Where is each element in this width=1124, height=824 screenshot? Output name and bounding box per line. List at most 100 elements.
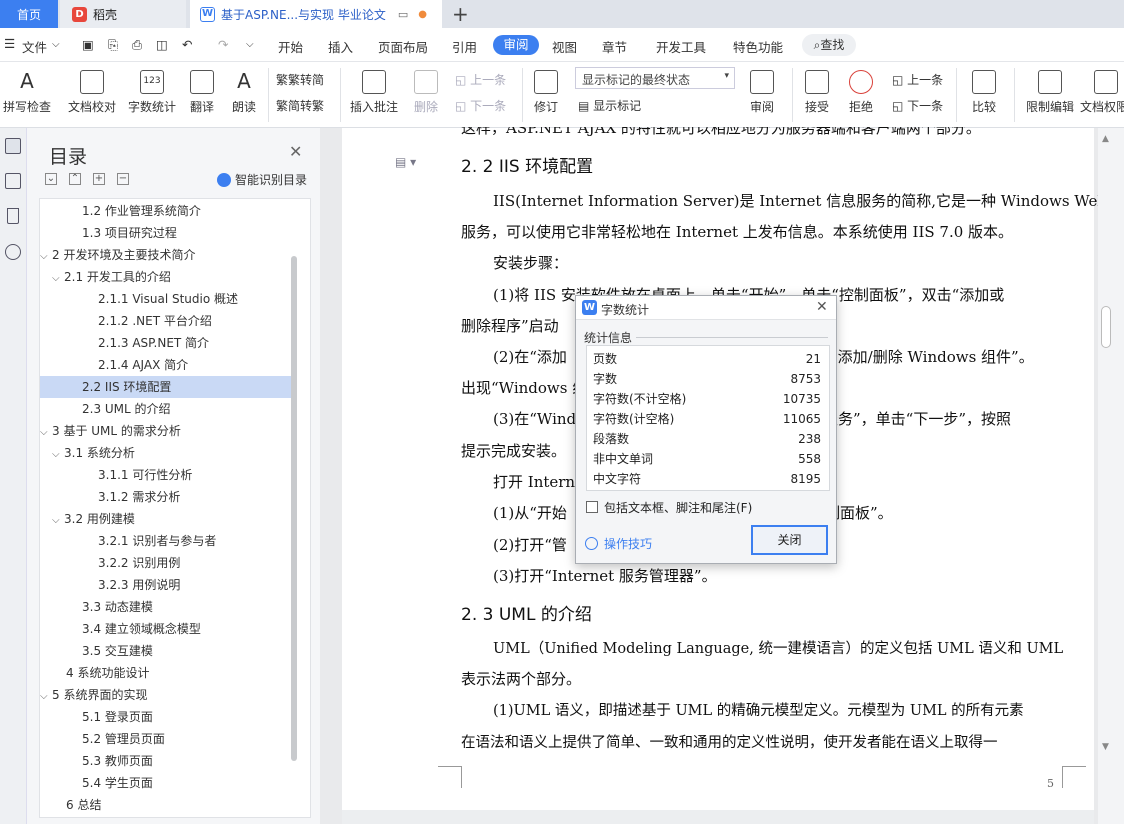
toc-item[interactable]: 2.2 IIS 环境配置 xyxy=(40,376,292,398)
toc-item[interactable]: 5.1 登录页面 xyxy=(40,706,292,728)
proofread-button[interactable]: 文档校对 xyxy=(66,70,118,115)
next-change-button[interactable]: ◱ 下一条 xyxy=(892,97,943,114)
tab-docer[interactable]: D 稻壳 xyxy=(60,0,186,28)
toc-item[interactable]: 2.1.3 ASP.NET 简介 xyxy=(40,332,292,354)
new-tab-button[interactable]: + xyxy=(452,2,469,26)
scroll-down-icon[interactable]: ▼ xyxy=(1102,742,1109,752)
to-traditional-button[interactable]: 繁繁转简 xyxy=(276,71,324,88)
dialog-title-bar[interactable]: W 字数统计 ✕ xyxy=(576,296,836,320)
wordcount-button[interactable]: 123 字数统计 xyxy=(126,70,178,115)
print-icon[interactable]: ⎙ xyxy=(132,37,142,53)
review-pane-button[interactable]: 审阅 xyxy=(742,70,782,115)
tips-play-icon[interactable] xyxy=(585,537,598,550)
toc-item[interactable]: 6 总结 xyxy=(40,794,292,816)
toc-item[interactable]: ⌵ 3.2 用例建模 xyxy=(40,508,292,530)
toc-item[interactable]: 1.3 项目研究过程 xyxy=(40,222,292,244)
hamburger-icon[interactable]: ☰ xyxy=(4,36,15,51)
chevron-down-icon[interactable]: ⌵ xyxy=(40,246,52,268)
horizontal-scrollbar[interactable] xyxy=(342,810,1094,824)
search-icon[interactable] xyxy=(5,244,21,260)
toc-item[interactable]: 5.4 学生页面 xyxy=(40,772,292,794)
menu-layout[interactable]: 页面布局 xyxy=(378,37,428,56)
chevron-down-icon[interactable]: ⌵ xyxy=(40,422,52,444)
toc-item[interactable]: 3.2.1 识别者与参与者 xyxy=(40,530,292,552)
vertical-scrollbar[interactable] xyxy=(1098,128,1124,824)
menu-start[interactable]: 开始 xyxy=(278,37,303,56)
menu-reference[interactable]: 引用 xyxy=(452,37,477,56)
expand-up-icon[interactable]: ⌃ xyxy=(69,173,81,185)
toc-item[interactable]: 3.4 建立领域概念模型 xyxy=(40,618,292,640)
collapse-all-icon[interactable]: ⌄ xyxy=(45,173,57,185)
to-simplified-button[interactable]: 繁简转繁 xyxy=(276,97,324,114)
prev-change-button[interactable]: ◱ 上一条 xyxy=(892,71,943,88)
menu-insert[interactable]: 插入 xyxy=(328,37,353,56)
toc-item[interactable]: ⌵ 3 基于 UML 的需求分析 xyxy=(40,420,292,442)
toc-item[interactable]: 2.1.4 AJAX 简介 xyxy=(40,354,292,376)
remove-heading-icon[interactable]: − xyxy=(117,173,129,185)
export-icon[interactable]: ⎘ xyxy=(108,37,118,53)
spellcheck-button[interactable]: A 拼写检查 xyxy=(0,70,54,115)
chevron-down-icon[interactable]: ⌵ xyxy=(52,510,64,532)
toc-item[interactable]: 5.2 管理员页面 xyxy=(40,728,292,750)
search-button[interactable]: ⌕查找 xyxy=(802,34,856,56)
tab-document[interactable]: W 基于ASP.NE...与实现 毕业论文 ▭ ● xyxy=(190,0,442,28)
doc-rights-button[interactable]: 文档权限 xyxy=(1080,70,1124,115)
include-textbox-label[interactable]: 包括文本框、脚注和尾注(F) xyxy=(604,499,752,516)
toc-item[interactable]: 3.2.3 用例说明 xyxy=(40,574,292,596)
toc-scrollbar[interactable] xyxy=(291,256,297,761)
toc-item[interactable]: ⌵ 2.1 开发工具的介绍 xyxy=(40,266,292,288)
prev-comment-button[interactable]: ◱ 上一条 xyxy=(455,71,506,88)
close-button[interactable]: 关闭 xyxy=(751,525,828,555)
save-icon[interactable]: ▣ xyxy=(82,37,94,52)
reject-button[interactable]: 拒绝 xyxy=(842,70,880,115)
menu-chapter[interactable]: 章节 xyxy=(602,37,627,56)
markup-state-select[interactable]: 显示标记的最终状态 ▾ xyxy=(575,67,735,89)
tips-link[interactable]: 操作技巧 xyxy=(604,535,652,552)
toc-item[interactable]: 5.3 教师页面 xyxy=(40,750,292,772)
toc-icon[interactable] xyxy=(5,138,21,154)
close-icon[interactable]: ✕ xyxy=(816,299,828,315)
compare-button[interactable]: 比较 xyxy=(964,70,1004,115)
menu-review-active[interactable]: 审阅 xyxy=(493,35,539,55)
toc-item[interactable]: 2.1.1 Visual Studio 概述 xyxy=(40,288,292,310)
toc-item[interactable]: ⌵ 2 开发环境及主要技术简介 xyxy=(40,244,292,266)
chevron-down-icon[interactable]: ⌵ xyxy=(52,444,64,466)
include-textbox-checkbox[interactable] xyxy=(586,501,598,513)
smart-toc-button[interactable]: 智能识别目录 xyxy=(217,171,307,188)
restrict-edit-button[interactable]: 限制编辑 xyxy=(1022,70,1078,115)
close-icon[interactable]: ✕ xyxy=(289,142,302,161)
undo-icon[interactable]: ↶ xyxy=(182,37,192,52)
chevron-down-icon[interactable]: ⌵ xyxy=(40,686,52,708)
toc-item[interactable]: ⌵ 3.1 系统分析 xyxy=(40,442,292,464)
menu-view[interactable]: 视图 xyxy=(552,37,577,56)
toc-item[interactable]: 3.1.2 需求分析 xyxy=(40,486,292,508)
toc-item[interactable]: ⌵ 5 系统界面的实现 xyxy=(40,684,292,706)
redo-icon[interactable]: ↷ xyxy=(218,37,228,52)
revise-button[interactable]: 修订 xyxy=(526,70,566,115)
menu-features[interactable]: 特色功能 xyxy=(733,37,783,56)
bookmark-icon[interactable] xyxy=(7,208,19,224)
show-markup-button[interactable]: ▤ 显示标记 xyxy=(578,97,641,114)
readaloud-button[interactable]: A 朗读 xyxy=(226,70,262,115)
toc-item[interactable]: 3.1.1 可行性分析 xyxy=(40,464,292,486)
tab-screen-icon[interactable]: ▭ xyxy=(398,8,408,21)
tab-home[interactable]: 首页 xyxy=(0,0,58,28)
accept-button[interactable]: 接受 xyxy=(798,70,836,115)
toc-item[interactable]: 3.3 动态建模 xyxy=(40,596,292,618)
quick-access-chevron-icon[interactable]: ⌵ xyxy=(246,39,254,50)
toc-item[interactable]: 2.3 UML 的介绍 xyxy=(40,398,292,420)
next-comment-button[interactable]: ◱ 下一条 xyxy=(455,97,506,114)
translate-button[interactable]: 翻译 xyxy=(184,70,220,115)
menu-dev-tools[interactable]: 开发工具 xyxy=(656,37,706,56)
toc-item[interactable]: 3.5 交互建模 xyxy=(40,640,292,662)
file-chevron-down-icon[interactable]: ⌵ xyxy=(52,39,60,50)
insert-comment-button[interactable]: 插入批注 xyxy=(346,70,402,115)
preview-icon[interactable]: ◫ xyxy=(156,37,168,52)
vertical-scroll-thumb[interactable] xyxy=(1101,306,1111,348)
toc-item[interactable]: 2.1.2 .NET 平台介绍 xyxy=(40,310,292,332)
menu-file[interactable]: 文件 xyxy=(22,37,47,56)
toc-item[interactable]: 1.2 作业管理系统简介 xyxy=(40,200,292,222)
delete-comment-button[interactable]: 删除 xyxy=(406,70,446,115)
paragraph-handle-icon[interactable]: ▤ ▾ xyxy=(395,155,416,169)
add-heading-icon[interactable]: + xyxy=(93,173,105,185)
